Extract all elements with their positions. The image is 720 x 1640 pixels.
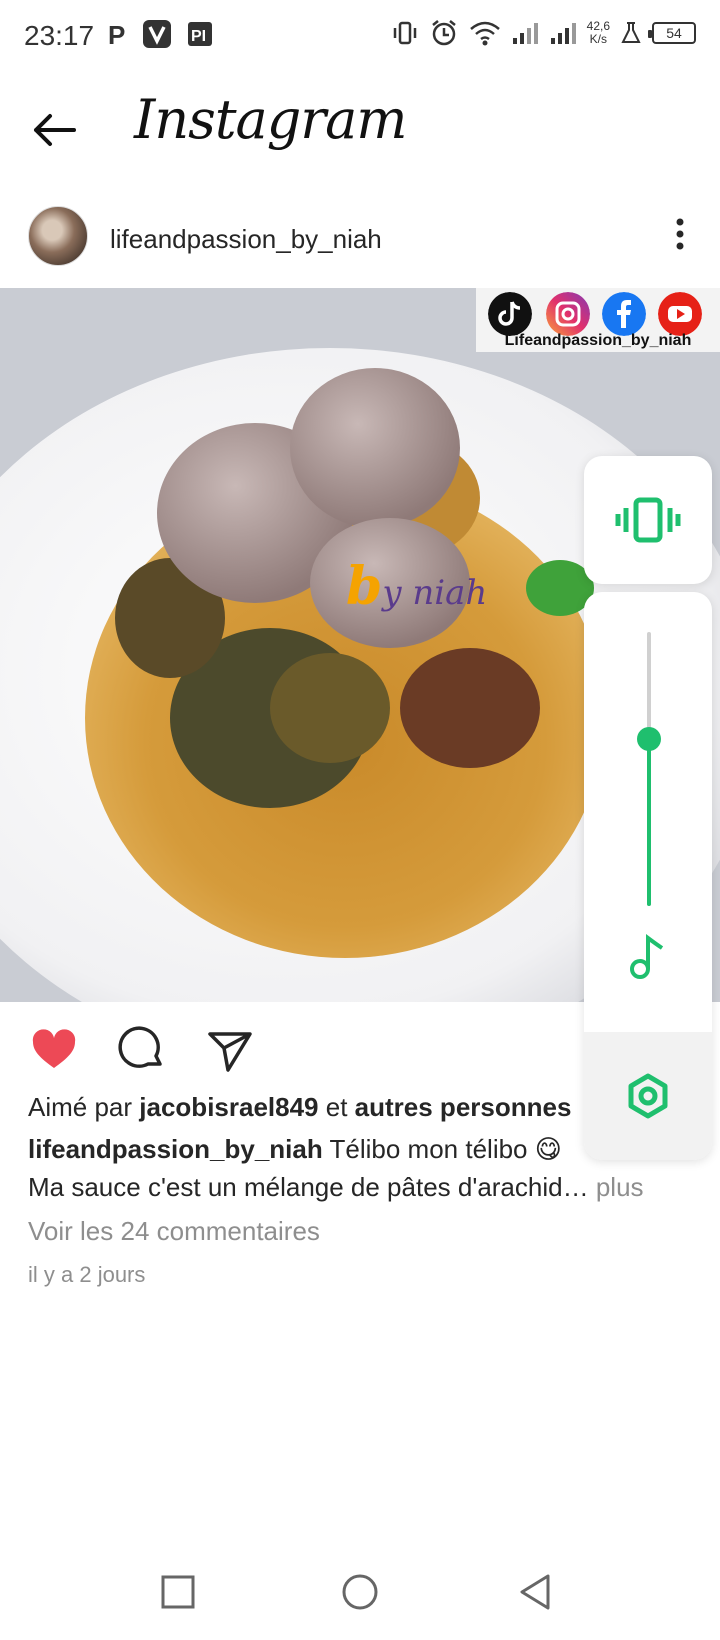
battery-indicator: 54 (648, 22, 696, 44)
view-comments-link[interactable]: Voir les 24 commentaires (28, 1216, 320, 1247)
instagram-logo: Instagram (134, 88, 407, 151)
caption-line-1: lifeandpassion_by_niah Télibo mon télibo… (28, 1134, 562, 1165)
alarm-icon (431, 20, 456, 46)
vibrate-status-icon (393, 21, 416, 45)
watermark-text: y niah (382, 573, 488, 613)
status-bar: 23:17 P PI 42,6 K/s 54 (0, 0, 720, 76)
post-username[interactable]: lifeandpassion_by_niah (110, 224, 382, 255)
more-options-icon[interactable] (670, 214, 690, 254)
facebook-icon (602, 292, 646, 336)
youtube-icon (658, 292, 702, 336)
send-icon[interactable] (206, 1026, 254, 1074)
net-speed-unit: K/s (589, 32, 607, 46)
home-icon[interactable] (340, 1572, 380, 1612)
recent-apps-icon[interactable] (158, 1572, 198, 1612)
social-badge: Lifeandpassion_by_niah (476, 288, 720, 352)
v-app-icon (143, 20, 171, 48)
caption-text-1: Télibo mon télibo 😋 (329, 1134, 562, 1164)
sound-settings-button[interactable] (584, 1032, 712, 1160)
wifi-icon (469, 21, 500, 46)
volume-fill (647, 739, 651, 906)
likes-line: Aimé par jacobisrael849 et autres person… (28, 1092, 571, 1123)
caption-text-2: Ma sauce c'est un mélange de pâtes d'ara… (28, 1172, 589, 1202)
music-note-icon (630, 934, 664, 979)
more-link[interactable]: plus (596, 1172, 644, 1202)
heart-icon[interactable] (30, 1026, 78, 1074)
tiktok-icon (488, 292, 532, 336)
social-label: Lifeandpassion_by_niah (504, 332, 692, 349)
app-header: Instagram (0, 80, 720, 180)
back-nav-icon[interactable] (516, 1572, 556, 1612)
status-right: 42,6 K/s 54 (391, 18, 696, 48)
flask-icon (621, 22, 641, 43)
vibrate-icon (615, 497, 681, 543)
post-timestamp: il y a 2 jours (28, 1262, 146, 1287)
caption-line-2: Ma sauce c'est un mélange de pâtes d'ara… (28, 1172, 644, 1203)
net-speed: 42,6 K/s (587, 20, 610, 46)
likes-connector: et (325, 1092, 348, 1122)
avatar[interactable] (28, 206, 88, 266)
system-nav-bar (0, 1540, 720, 1640)
back-arrow-icon[interactable] (30, 108, 80, 152)
liked-by-user[interactable]: jacobisrael849 (139, 1092, 318, 1122)
ringer-mode-button[interactable] (584, 456, 712, 584)
pi-app-icon: PI (188, 22, 212, 46)
status-time: 23:17 (24, 20, 95, 51)
signal-2-icon (550, 23, 576, 44)
volume-thumb[interactable] (637, 727, 661, 751)
watermark-b: b (346, 556, 383, 617)
post-header: lifeandpassion_by_niah (0, 196, 720, 282)
comment-bubble-icon[interactable] (118, 1026, 166, 1074)
parking-app-icon: P (108, 20, 125, 49)
svg-text:PI: PI (191, 28, 206, 45)
settings-icon (628, 1073, 668, 1119)
likes-others[interactable]: autres personnes (355, 1092, 572, 1122)
likes-prefix: Aimé par (28, 1092, 133, 1122)
caption-username[interactable]: lifeandpassion_by_niah (28, 1134, 323, 1164)
instagram-icon (546, 292, 590, 336)
battery-level: 54 (666, 25, 682, 41)
media-volume-slider[interactable] (647, 632, 651, 906)
volume-panel (584, 592, 712, 1160)
watermark: by niah (346, 556, 487, 617)
svg-text:P: P (108, 20, 125, 49)
signal-icon (512, 23, 538, 44)
